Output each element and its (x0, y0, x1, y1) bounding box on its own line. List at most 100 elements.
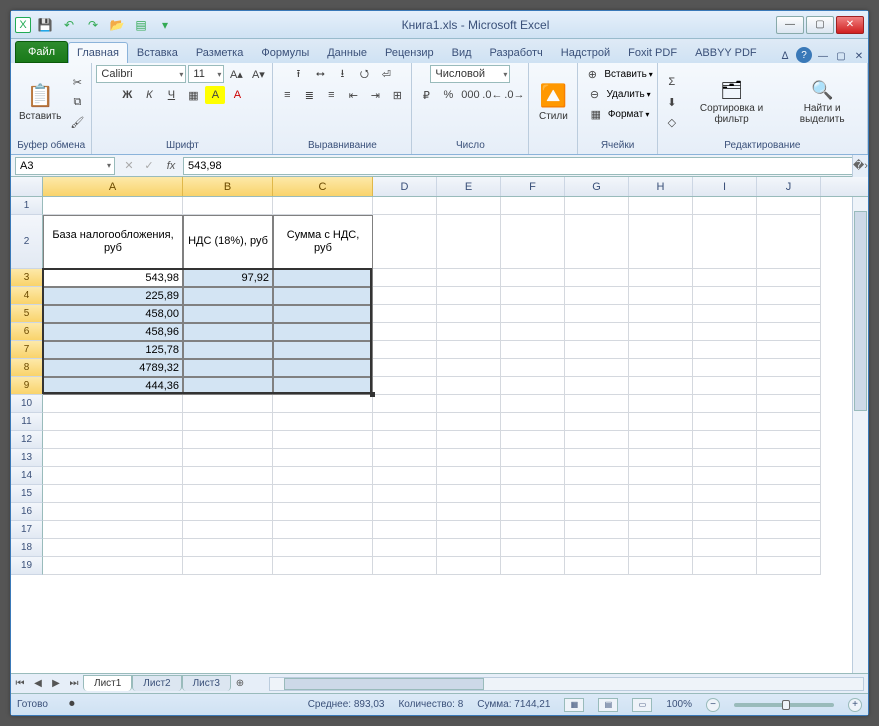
cell-G17[interactable] (565, 521, 629, 539)
col-header-B[interactable]: B (183, 177, 273, 196)
mdi-close-icon[interactable]: ✕ (852, 49, 866, 63)
cell-G9[interactable] (565, 377, 629, 395)
cell-B10[interactable] (183, 395, 273, 413)
cell-B1[interactable] (183, 197, 273, 215)
cell-H18[interactable] (629, 539, 693, 557)
cell-I17[interactable] (693, 521, 757, 539)
cell-I16[interactable] (693, 503, 757, 521)
col-header-I[interactable]: I (693, 177, 757, 196)
vertical-scrollbar[interactable] (852, 197, 868, 673)
align-left-icon[interactable]: ≡ (277, 86, 297, 104)
cell-E4[interactable] (437, 287, 501, 305)
cell-C1[interactable] (273, 197, 373, 215)
sheet-tab-2[interactable]: Лист2 (132, 675, 181, 691)
cell-G8[interactable] (565, 359, 629, 377)
cell-B7[interactable] (183, 341, 273, 359)
cell-E13[interactable] (437, 449, 501, 467)
ribbon-minimize-icon[interactable]: ᐃ (778, 49, 792, 63)
cell-I15[interactable] (693, 485, 757, 503)
row-header-12[interactable]: 12 (11, 431, 43, 449)
cell-J3[interactable] (757, 269, 821, 287)
cell-A14[interactable] (43, 467, 183, 485)
cell-G19[interactable] (565, 557, 629, 575)
cell-C5[interactable] (273, 305, 373, 323)
cell-J5[interactable] (757, 305, 821, 323)
font-name-combo[interactable]: Calibri (96, 65, 186, 83)
cell-D5[interactable] (373, 305, 437, 323)
cancel-formula-icon[interactable]: ✕ (119, 157, 139, 175)
cell-D8[interactable] (373, 359, 437, 377)
cell-I4[interactable] (693, 287, 757, 305)
tab-addins[interactable]: Надстрой (552, 42, 619, 63)
cell-F17[interactable] (501, 521, 565, 539)
col-header-E[interactable]: E (437, 177, 501, 196)
cell-H17[interactable] (629, 521, 693, 539)
tab-home[interactable]: Главная (68, 42, 128, 63)
row-header-13[interactable]: 13 (11, 449, 43, 467)
close-button[interactable]: ✕ (836, 16, 864, 34)
cell-I1[interactable] (693, 197, 757, 215)
percent-icon[interactable]: % (438, 86, 458, 104)
cell-F11[interactable] (501, 413, 565, 431)
cell-E1[interactable] (437, 197, 501, 215)
align-right-icon[interactable]: ≡ (321, 86, 341, 104)
delete-cells-icon[interactable]: ⊖ (584, 85, 604, 103)
cell-D12[interactable] (373, 431, 437, 449)
open-icon[interactable]: 📂 (107, 15, 127, 35)
cell-H12[interactable] (629, 431, 693, 449)
cell-I13[interactable] (693, 449, 757, 467)
cell-D1[interactable] (373, 197, 437, 215)
cell-D15[interactable] (373, 485, 437, 503)
currency-icon[interactable]: ₽ (416, 86, 436, 104)
cell-G18[interactable] (565, 539, 629, 557)
cell-C4[interactable] (273, 287, 373, 305)
col-header-A[interactable]: A (43, 177, 183, 196)
decrease-font-icon[interactable]: A▾ (248, 65, 268, 83)
cell-C7[interactable] (273, 341, 373, 359)
cell-C13[interactable] (273, 449, 373, 467)
orientation-icon[interactable]: ⭯ (354, 65, 374, 83)
cell-C10[interactable] (273, 395, 373, 413)
align-top-icon[interactable]: ⭱ (288, 65, 308, 83)
tab-insert[interactable]: Вставка (128, 42, 187, 63)
cell-F6[interactable] (501, 323, 565, 341)
sheet-tab-1[interactable]: Лист1 (83, 675, 132, 691)
tab-abbyy[interactable]: ABBYY PDF (686, 42, 766, 63)
cell-A2[interactable]: База налогообложения, руб (43, 215, 183, 269)
cell-C9[interactable] (273, 377, 373, 395)
row-header-5[interactable]: 5 (11, 305, 43, 323)
cell-D16[interactable] (373, 503, 437, 521)
cell-I10[interactable] (693, 395, 757, 413)
cell-C19[interactable] (273, 557, 373, 575)
select-all-corner[interactable] (11, 177, 43, 196)
cell-F3[interactable] (501, 269, 565, 287)
bold-button[interactable]: Ж (117, 86, 137, 104)
row-header-1[interactable]: 1 (11, 197, 43, 215)
cell-G16[interactable] (565, 503, 629, 521)
cell-E9[interactable] (437, 377, 501, 395)
cell-H2[interactable] (629, 215, 693, 269)
cell-E7[interactable] (437, 341, 501, 359)
sheet-nav-next-icon[interactable]: ▶ (47, 678, 65, 689)
align-center-icon[interactable]: ≣ (299, 86, 319, 104)
tab-file[interactable]: Файл (15, 41, 68, 63)
cell-G2[interactable] (565, 215, 629, 269)
cell-J8[interactable] (757, 359, 821, 377)
cell-J9[interactable] (757, 377, 821, 395)
cell-H6[interactable] (629, 323, 693, 341)
cell-C8[interactable] (273, 359, 373, 377)
cell-D14[interactable] (373, 467, 437, 485)
paste-button[interactable]: 📋 Вставить (15, 81, 65, 124)
zoom-slider[interactable] (734, 703, 834, 707)
cell-J1[interactable] (757, 197, 821, 215)
cell-I5[interactable] (693, 305, 757, 323)
cell-J10[interactable] (757, 395, 821, 413)
cell-A8[interactable]: 4789,32 (43, 359, 183, 377)
cell-C6[interactable] (273, 323, 373, 341)
cell-A9[interactable]: 444,36 (43, 377, 183, 395)
styles-button[interactable]: 🔼 Стили (533, 81, 573, 124)
help-icon[interactable]: ? (796, 47, 812, 63)
col-header-G[interactable]: G (565, 177, 629, 196)
cell-E8[interactable] (437, 359, 501, 377)
cell-F15[interactable] (501, 485, 565, 503)
